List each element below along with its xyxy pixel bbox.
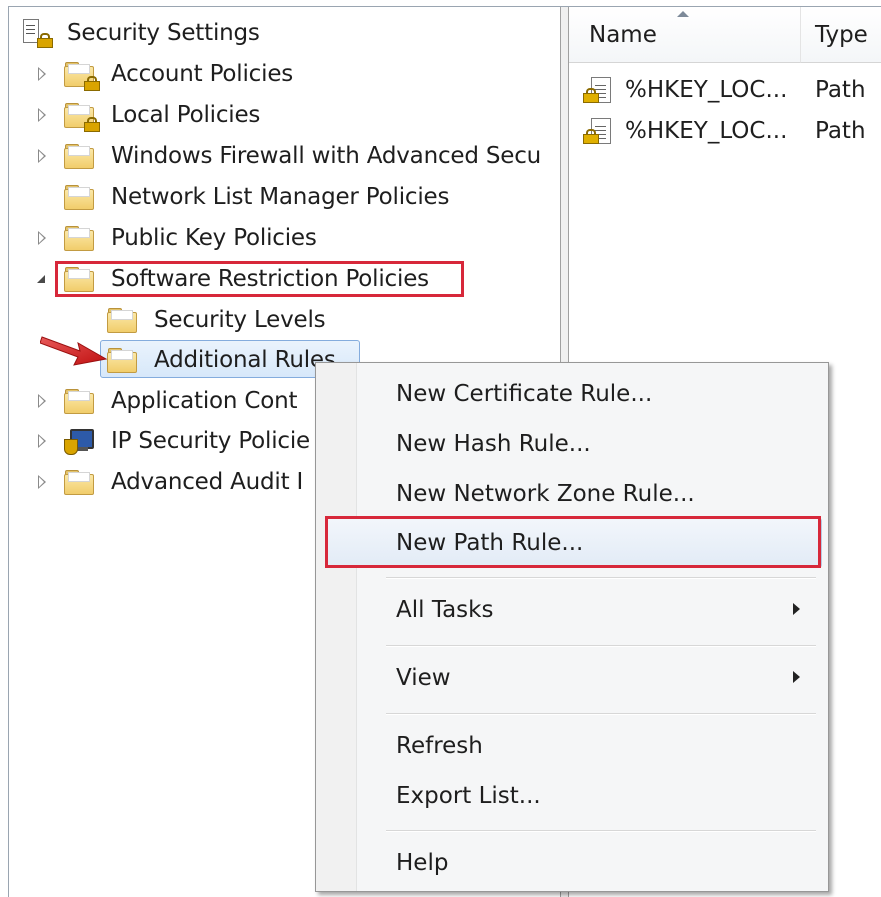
tree-item-public-key-policies[interactable]: Public Key Policies — [29, 218, 317, 258]
menu-item-label: New Certificate Rule... — [396, 381, 653, 407]
expand-arrow-icon[interactable] — [38, 108, 46, 122]
tree-label: Application Cont — [111, 388, 298, 414]
path-rule-icon — [583, 76, 611, 104]
row-name: %HKEY_LOC... — [625, 118, 788, 144]
expand-arrow-icon[interactable] — [38, 149, 46, 163]
expand-arrow-icon[interactable] — [38, 231, 46, 245]
tree-label: Security Settings — [67, 20, 260, 46]
menu-item-label: All Tasks — [396, 597, 494, 623]
tree-label: Public Key Policies — [111, 225, 317, 251]
folder-icon — [64, 185, 94, 210]
folder-icon — [107, 348, 137, 373]
list-row[interactable]: %HKEY_LOC... Path — [569, 111, 881, 151]
menu-item-new-hash-rule[interactable]: New Hash Rule... — [326, 419, 822, 469]
menu-item-export-list[interactable]: Export List... — [326, 771, 822, 821]
folder-icon — [64, 144, 94, 169]
menu-separator — [386, 830, 816, 832]
menu-item-all-tasks[interactable]: All Tasks — [326, 585, 822, 635]
expand-arrow-icon[interactable] — [38, 67, 46, 81]
folder-icon — [107, 308, 137, 333]
tree-label: Local Policies — [111, 102, 261, 128]
folder-icon — [64, 226, 94, 251]
highlight-box-new-path-rule — [325, 516, 821, 568]
ip-security-icon — [64, 427, 94, 455]
path-rule-icon — [583, 117, 611, 145]
menu-separator — [386, 713, 816, 715]
security-settings-icon — [21, 17, 53, 48]
tree-item-advanced-audit[interactable]: Advanced Audit I — [29, 462, 303, 502]
tree-label: Account Policies — [111, 61, 294, 87]
column-header-type[interactable]: Type — [801, 7, 881, 63]
tree-item-account-policies[interactable]: Account Policies — [29, 54, 293, 94]
menu-item-label: View — [396, 665, 451, 691]
tree-item-ip-security-policies[interactable]: IP Security Policie — [29, 421, 310, 461]
tree-item-application-control[interactable]: Application Cont — [29, 381, 298, 421]
folder-lock-icon — [64, 103, 100, 132]
tree-label: Advanced Audit I — [111, 469, 304, 495]
context-menu: New Certificate Rule... New Hash Rule...… — [315, 362, 829, 892]
folder-icon — [64, 389, 94, 414]
menu-item-refresh[interactable]: Refresh — [326, 721, 822, 771]
row-type: Path — [815, 77, 866, 103]
tree-label: Windows Firewall with Advanced Secu — [111, 143, 542, 169]
highlight-box-software-restriction — [55, 261, 464, 297]
tree-label: Security Levels — [154, 307, 326, 333]
menu-item-label: New Network Zone Rule... — [396, 481, 695, 507]
menu-separator — [386, 645, 816, 647]
sort-ascending-icon — [677, 11, 689, 17]
column-header-label: Type — [815, 21, 868, 48]
tree-item-windows-firewall[interactable]: Windows Firewall with Advanced Secu — [29, 136, 541, 176]
column-header-label: Name — [589, 21, 657, 48]
tree-item-network-list-manager[interactable]: Network List Manager Policies — [29, 177, 449, 217]
tree-root-security-settings[interactable]: Security Settings — [21, 13, 260, 53]
menu-item-label: New Hash Rule... — [396, 431, 591, 457]
list-row[interactable]: %HKEY_LOC... Path — [569, 70, 881, 110]
expand-arrow-icon[interactable] — [38, 434, 46, 448]
row-type: Path — [815, 118, 866, 144]
red-pointer-arrow-icon — [40, 336, 108, 366]
expand-arrow-icon[interactable] — [38, 475, 46, 489]
menu-item-view[interactable]: View — [326, 653, 822, 703]
menu-item-label: Refresh — [396, 733, 483, 759]
menu-item-new-network-zone-rule[interactable]: New Network Zone Rule... — [326, 469, 822, 519]
column-header-name[interactable]: Name — [569, 7, 801, 63]
tree-item-local-policies[interactable]: Local Policies — [29, 95, 260, 135]
submenu-arrow-icon — [793, 603, 800, 615]
tree-label: Additional Rules — [154, 347, 336, 373]
tree-label: IP Security Policie — [111, 428, 311, 454]
menu-item-label: Help — [396, 850, 449, 876]
submenu-arrow-icon — [793, 671, 800, 683]
tree-item-additional-rules[interactable]: Additional Rules — [71, 340, 336, 380]
menu-separator — [386, 577, 816, 579]
tree-label: Network List Manager Policies — [111, 184, 450, 210]
folder-lock-icon — [64, 62, 100, 91]
menu-item-new-certificate-rule[interactable]: New Certificate Rule... — [326, 369, 822, 419]
row-name: %HKEY_LOC... — [625, 77, 788, 103]
menu-item-help[interactable]: Help — [326, 838, 822, 888]
menu-item-label: Export List... — [396, 783, 541, 809]
expand-arrow-icon[interactable] — [38, 394, 46, 408]
collapse-arrow-icon[interactable] — [37, 275, 45, 283]
folder-icon — [64, 470, 94, 495]
